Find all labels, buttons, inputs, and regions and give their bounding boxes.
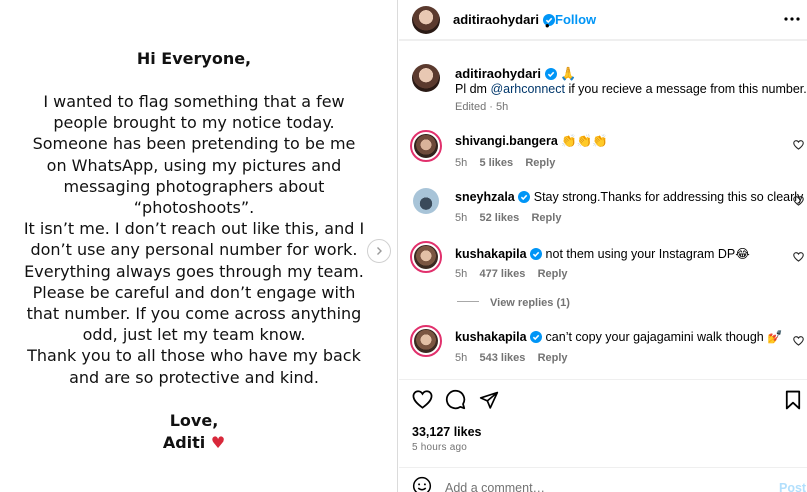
add-comment-input[interactable]: Add a comment… (445, 481, 545, 492)
heart-emoji: ♥ (210, 433, 226, 452)
pray-emoji: 🙏 (560, 66, 577, 81)
like-heart-icon[interactable] (412, 390, 433, 409)
verified-badge-icon (544, 68, 557, 80)
letter-line: odd, just let my team know. (82, 325, 306, 345)
more-options-icon[interactable] (784, 16, 800, 22)
caption-mention-link[interactable]: @arhconnect (490, 82, 565, 96)
comment-text: can’t copy your gajagamini walk though 💅 (545, 330, 783, 344)
post-timestamp: 5 hours ago (412, 442, 468, 453)
letter-line: on WhatsApp, using my pictures and (46, 155, 342, 175)
chevron-right-icon (377, 247, 382, 255)
letter-line: “photoshoots”. (133, 198, 255, 218)
letter-line: I wanted to flag something that a few (43, 92, 345, 111)
comment-like-icon[interactable] (793, 140, 804, 150)
letter-line: Thank you to all those who have my back (27, 346, 361, 366)
comment-time: 5h (455, 212, 468, 224)
comment-time: 5h (455, 268, 468, 280)
comment-text: Stay strong.Thanks for addressing this s… (533, 190, 804, 204)
letter-line: Everything always goes through my team. (24, 261, 364, 281)
verified-badge-icon (530, 331, 543, 343)
commenter-avatar[interactable] (413, 188, 439, 214)
likes-count[interactable]: 33,127 likes (412, 425, 482, 439)
comment-likes[interactable]: 52 likes (479, 212, 519, 224)
comment-text: not them using your Instagram DP😂 (545, 247, 750, 261)
add-comment-divider (399, 467, 807, 468)
share-send-icon[interactable] (479, 390, 499, 410)
comment-reply-button[interactable]: Reply (525, 157, 555, 169)
signature-name: Aditi (162, 433, 206, 452)
instagram-post-view: Hi Everyone, I wanted to flag something … (0, 0, 807, 492)
comment-username[interactable]: shivangi.bangera (455, 134, 558, 148)
comment-like-icon[interactable] (793, 336, 804, 346)
letter-body: I wanted to flag something that a few pe… (0, 91, 388, 388)
comment-meta: 5h 5 likes Reply (455, 157, 555, 169)
caption-text-start: Pl dm (455, 82, 491, 96)
letter-line: It isn’t me. I don’t reach out like this… (23, 219, 365, 239)
commenter-avatar[interactable] (410, 130, 442, 162)
letter-line: don’t use any personal number for work. (30, 240, 358, 260)
view-replies-line (457, 301, 479, 302)
post-comment-button[interactable]: Post (779, 481, 806, 492)
comment-time: 5h (455, 352, 468, 364)
letter-line: messaging photographers about (63, 176, 325, 196)
comment-time: 5h (455, 157, 468, 169)
caption-text-end: if you recieve a message from this numbe… (564, 82, 807, 96)
comment-like-icon[interactable] (793, 252, 804, 262)
header-username[interactable]: aditiraohydari (453, 12, 555, 27)
emoji-picker-icon[interactable] (412, 476, 432, 492)
verified-badge-icon (530, 248, 543, 260)
author-avatar[interactable] (412, 6, 440, 34)
view-replies-button[interactable]: View replies (1) (490, 297, 570, 309)
header-username-text[interactable]: aditiraohydari (453, 12, 539, 27)
letter-greeting: Hi Everyone, (136, 49, 252, 68)
separator-dot: • (545, 18, 550, 33)
comment-reply-button[interactable]: Reply (538, 352, 568, 364)
comment-username[interactable]: sneyhzala (455, 190, 515, 204)
letter-line: Someone has been pretending to be me (32, 134, 356, 154)
caption-username[interactable]: aditiraohydari 🙏 (455, 66, 576, 82)
letter-line: and are so protective and kind. (69, 367, 319, 387)
post-image: Hi Everyone, I wanted to flag something … (0, 0, 398, 492)
actions-divider (399, 379, 807, 380)
letter-line: that number. If you come across anything (26, 304, 362, 324)
letter-line: people brought to my notice today. (53, 113, 335, 133)
caption-meta: Edited · 5h (455, 101, 509, 113)
caption-username-text[interactable]: aditiraohydari (455, 66, 541, 81)
comment-username[interactable]: kushakapila (455, 247, 527, 261)
comment-likes[interactable]: 477 likes (479, 268, 525, 280)
letter-signoff: Love, (169, 411, 219, 430)
header-divider (399, 40, 807, 41)
caption-avatar[interactable] (412, 64, 440, 92)
comment-reply-button[interactable]: Reply (531, 212, 561, 224)
commenter-avatar[interactable] (410, 325, 442, 357)
comment-reply-button[interactable]: Reply (538, 268, 568, 280)
comment-like-icon[interactable] (793, 196, 804, 206)
comment-likes[interactable]: 543 likes (479, 352, 525, 364)
comment-body: sneyhzala Stay strong.Thanks for address… (455, 190, 803, 204)
comment-meta: 5h 52 likes Reply (455, 212, 561, 224)
verified-badge-icon (518, 191, 531, 203)
letter-line: Please be careful and don’t engage with (32, 282, 356, 302)
comment-text: 👏👏👏 (561, 134, 608, 148)
comment-meta: 5h 477 likes Reply (455, 268, 568, 280)
letter-signature: Aditi ♥ (0, 433, 388, 452)
comment-bubble-icon[interactable] (445, 389, 466, 410)
comment-meta: 5h 543 likes Reply (455, 352, 568, 364)
bookmark-icon[interactable] (785, 390, 801, 410)
commenter-avatar[interactable] (410, 241, 442, 273)
follow-button[interactable]: Follow (555, 12, 596, 27)
comment-body: kushakapila not them using your Instagra… (455, 246, 750, 261)
next-slide-button[interactable] (367, 239, 391, 263)
comment-likes[interactable]: 5 likes (479, 157, 513, 169)
comment-body: kushakapila can’t copy your gajagamini w… (455, 330, 783, 345)
comment-username[interactable]: kushakapila (455, 330, 527, 344)
caption-text: Pl dm @arhconnect if you recieve a messa… (455, 82, 807, 96)
comment-body: shivangi.bangera 👏👏👏 (455, 134, 608, 149)
